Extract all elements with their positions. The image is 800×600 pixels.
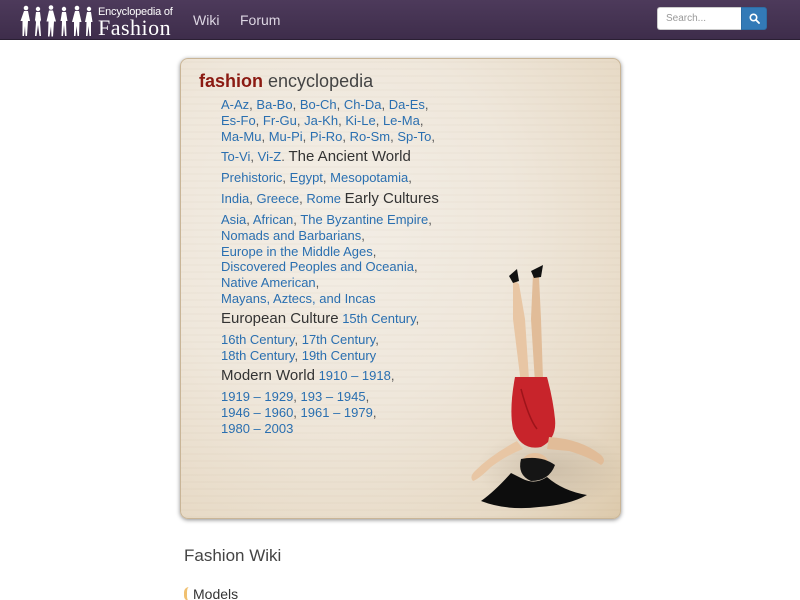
panel-title: fashion encyclopedia [199,71,373,92]
era-link[interactable]: Greece [256,191,299,206]
century-link[interactable]: 17th Century [302,332,375,347]
nav-forum-link[interactable]: Forum [240,12,280,28]
alpha-link[interactable]: Sp-To [397,129,431,144]
alpha-index-row-3: Ma-Mu, Mu-Pi, Pi-Ro, Ro-Sm, Sp-To, [221,129,435,144]
alpha-link[interactable]: Ki-Le [345,113,375,128]
alpha-link[interactable]: Pi-Ro [310,129,343,144]
era-link[interactable]: Prehistoric [221,170,282,185]
alpha-link[interactable]: Da-Es [389,97,425,112]
decade-link[interactable]: 1910 – 1918 [319,368,391,383]
era-link[interactable]: Rome [306,191,341,206]
early-row-5: Native American, [221,275,320,290]
european-row-3: 18th Century, 19th Century [221,348,377,363]
culture-link[interactable]: Asia [221,212,246,227]
alpha-link[interactable]: To-Vi [221,149,250,164]
alpha-index-row-1: A-Az, Ba-Bo, Bo-Ch, Ch-Da, Da-Es, [221,97,429,112]
century-link[interactable]: 16th Century [221,332,294,347]
century-link[interactable]: 19th Century [302,348,376,363]
ancient-row-2: India, Greece, Rome Early Cultures [221,190,439,207]
decade-link[interactable]: 193 – 1945 [301,389,366,404]
alpha-index-row-2: Es-Fo, Fr-Gu, Ja-Kh, Ki-Le, Le-Ma, [221,113,424,128]
panel-title-bold: fashion [199,71,264,91]
early-row-6: Mayans, Aztecs, and Incas [221,291,376,307]
top-navbar: Encyclopedia of Fashion Wiki Forum [0,0,800,40]
era-link[interactable]: India [221,191,249,206]
alpha-link[interactable]: Ja-Kh [304,113,338,128]
encyclopedia-panel: fashion encyclopedia A-Az, Ba-Bo, Bo-Ch,… [180,58,621,519]
woman-photo [471,265,620,509]
early-row-1: Asia, African, The Byzantine Empire, [221,212,432,227]
culture-link[interactable]: Mayans, Aztecs, and Incas [221,291,376,306]
search-input[interactable] [657,7,741,30]
culture-link[interactable]: Native American [221,275,316,290]
panel-title-rest: encyclopedia [268,71,374,91]
alpha-link[interactable]: A-Az [221,97,249,112]
century-link[interactable]: 18th Century [221,348,294,363]
culture-link[interactable]: The Byzantine Empire [300,212,428,227]
modern-row-2: 1919 – 1929, 193 – 1945, [221,389,370,404]
alpha-link[interactable]: Fr-Gu [263,113,297,128]
alpha-link[interactable]: Ma-Mu [221,129,261,144]
early-row-2: Nomads and Barbarians, [221,228,365,243]
century-link[interactable]: 15th Century [342,311,415,326]
culture-link[interactable]: Europe in the Middle Ages [221,244,373,259]
alpha-link[interactable]: Es-Fo [221,113,256,128]
decade-link[interactable]: 1961 – 1979 [301,405,373,420]
models-label: Models [193,586,239,600]
fashion-wiki-heading: Fashion Wiki [184,546,282,565]
early-row-4: Discovered Peoples and Oceania, [221,259,418,274]
section-heading-modern: Modern World [221,367,315,384]
european-row-2: 16th Century, 17th Century, [221,332,379,347]
culture-link[interactable]: Discovered Peoples and Oceania [221,259,414,274]
era-link[interactable]: Egypt [290,170,323,185]
alpha-index-row-4: To-Vi, Vi-Z. The Ancient World [221,148,411,165]
era-link[interactable]: Mesopotamia [330,170,408,185]
european-row-1: European Culture 15th Century, [221,310,420,327]
alpha-link[interactable]: Ch-Da [344,97,382,112]
alpha-link[interactable]: Ba-Bo [256,97,292,112]
modern-row-3: 1946 – 1960, 1961 – 1979, [221,405,377,420]
alpha-link[interactable]: Mu-Pi [269,129,303,144]
silhouettes-icon [20,5,93,37]
decade-link[interactable]: 1919 – 1929 [221,389,293,404]
brand-line2: Fashion [98,15,172,40]
culture-link[interactable]: African [253,212,293,227]
section-heading-european: European Culture [221,310,339,327]
section-heading-early: Early Cultures [344,190,439,207]
alpha-link[interactable]: Le-Ma [383,113,420,128]
culture-link[interactable]: Nomads and Barbarians [221,228,361,243]
decade-link[interactable]: 1980 – 2003 [221,421,293,436]
nav-wiki-link[interactable]: Wiki [193,12,219,28]
early-row-3: Europe in the Middle Ages, [221,244,377,259]
section-heading-ancient: The Ancient World [288,148,411,165]
alpha-link[interactable]: Ro-Sm [350,129,390,144]
brand-logo[interactable]: Encyclopedia of Fashion [20,4,176,40]
ancient-row-1: Prehistoric, Egypt, Mesopotamia, [221,170,412,185]
decade-link[interactable]: 1946 – 1960 [221,405,293,420]
modern-row-4: 1980 – 2003 [221,421,293,437]
models-marker-icon [184,587,189,600]
search-button[interactable] [741,7,767,30]
alpha-link[interactable]: Vi-Z [258,149,282,164]
alpha-link[interactable]: Bo-Ch [300,97,337,112]
modern-row-1: Modern World 1910 – 1918, [221,367,395,384]
search-icon [748,13,760,24]
